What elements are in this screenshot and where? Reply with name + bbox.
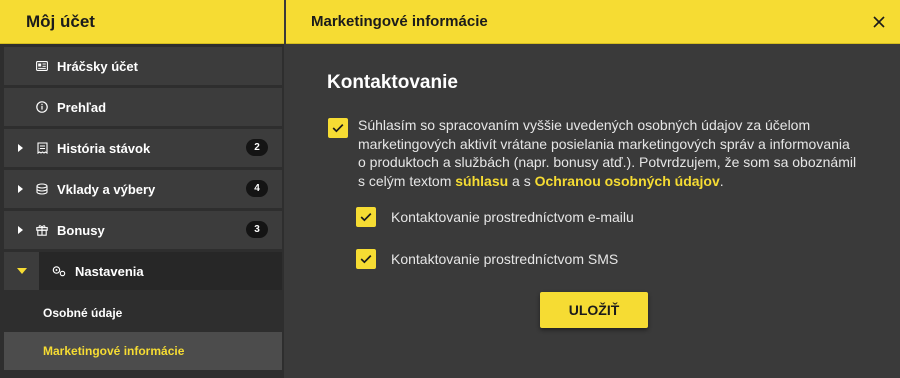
sidebar-item-label: Bonusy <box>57 222 105 238</box>
checkmark-icon <box>360 213 372 222</box>
count-badge: 4 <box>246 180 268 197</box>
sidebar-item-bonuses[interactable]: Bonusy 3 <box>4 211 282 249</box>
checkmark-icon <box>360 255 372 264</box>
sidebar-item-label: Prehľad <box>57 99 107 115</box>
section-title: Kontaktovanie <box>327 72 458 93</box>
sidebar-item-label: Vklady a výbery <box>57 181 156 197</box>
sidebar-item-bet-history[interactable]: História stávok 2 <box>4 129 282 167</box>
chevron-down-icon <box>4 252 39 290</box>
count-badge: 2 <box>246 139 268 156</box>
sidebar-item-overview[interactable]: Prehľad <box>4 88 282 126</box>
sms-contact-option: Kontaktovanie prostredníctvom SMS <box>356 249 618 269</box>
gift-icon <box>36 224 48 236</box>
count-badge: 3 <box>246 221 268 238</box>
gears-icon <box>52 265 66 277</box>
main-panel: Marketingové informácie Kontaktovanie Sú… <box>286 0 900 378</box>
id-card-icon <box>36 60 48 72</box>
consent-text: Súhlasím so spracovaním vyššie uvedených… <box>358 117 857 190</box>
chevron-right-icon <box>4 129 36 167</box>
sidebar-item-label: Hráčsky účet <box>57 58 138 74</box>
sidebar-subitem-personal-data[interactable]: Osobné údaje <box>4 294 282 332</box>
privacy-policy-link[interactable]: Ochranou osobných údajov <box>535 173 720 189</box>
save-button[interactable]: ULOŽIŤ <box>540 292 648 328</box>
consent-block: Súhlasím so spracovaním vyššie uvedených… <box>328 116 858 191</box>
page-title: Marketingové informácie <box>311 13 488 30</box>
sidebar: Môj účet Hráčsky účet Prehľad História s… <box>0 0 284 378</box>
sidebar-subitem-marketing-info[interactable]: Marketingové informácie <box>4 332 282 370</box>
chevron-right-icon <box>4 211 36 249</box>
sms-contact-label: Kontaktovanie prostredníctvom SMS <box>391 251 619 267</box>
sms-contact-checkbox[interactable] <box>356 249 376 269</box>
close-icon[interactable] <box>871 14 887 30</box>
email-contact-checkbox[interactable] <box>356 207 376 227</box>
email-contact-option: Kontaktovanie prostredníctvom e-mailu <box>356 207 634 227</box>
sidebar-item-settings[interactable]: Nastavenia <box>4 252 282 290</box>
sidebar-item-player-account[interactable]: Hráčsky účet <box>4 47 282 85</box>
chevron-right-icon <box>4 170 36 208</box>
receipt-icon <box>36 142 48 154</box>
sidebar-item-deposits-withdrawals[interactable]: Vklady a výbery 4 <box>4 170 282 208</box>
consent-link[interactable]: súhlasu <box>455 173 508 189</box>
sidebar-title: Môj účet <box>0 0 284 44</box>
coins-icon <box>36 183 48 195</box>
sidebar-item-label: Nastavenia <box>75 263 144 279</box>
consent-checkbox[interactable] <box>328 118 348 138</box>
sidebar-item-label: História stávok <box>57 140 151 156</box>
info-icon <box>36 101 48 113</box>
panel-header: Marketingové informácie <box>286 0 900 44</box>
email-contact-label: Kontaktovanie prostredníctvom e-mailu <box>391 209 634 225</box>
checkmark-icon <box>332 124 344 133</box>
